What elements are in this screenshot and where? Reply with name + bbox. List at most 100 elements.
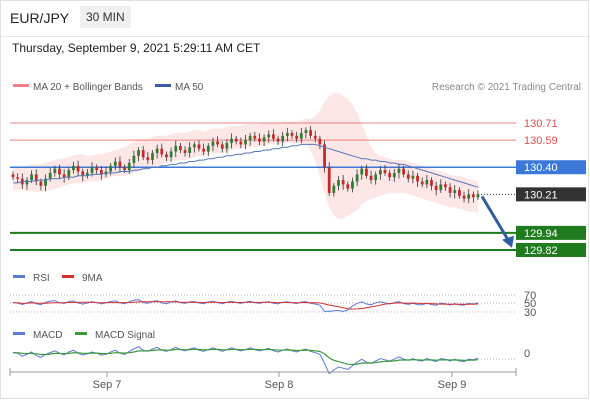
candle-body (165, 154, 168, 158)
candle-body (137, 150, 140, 156)
candle-body (72, 165, 75, 171)
forecast-arrow (480, 195, 514, 248)
candle-body (113, 161, 117, 166)
candle-body (258, 138, 261, 142)
candle-body (458, 190, 461, 196)
candle-body (16, 177, 20, 179)
candle-body (378, 170, 382, 175)
candle-body (295, 135, 299, 139)
candle-body (304, 130, 308, 133)
candle-body (39, 181, 43, 186)
x-tick-label: Sep 9 (438, 379, 467, 391)
candle-body (267, 134, 271, 138)
candle-body (225, 142, 229, 149)
candle-body (155, 148, 159, 153)
candle-body (397, 168, 401, 173)
rsi-line (12, 299, 479, 312)
candle-body (30, 174, 33, 181)
candle-body (406, 174, 410, 179)
candle-body (90, 167, 94, 173)
candle-body (192, 144, 196, 148)
candle-body (299, 132, 303, 139)
candle-body (25, 180, 29, 185)
candle-body (127, 162, 131, 171)
candle-body (244, 140, 247, 145)
candle-body (179, 145, 182, 151)
candle-body (402, 168, 405, 175)
resistance-label: 130.71 (524, 118, 558, 130)
bb-legend-swatch (13, 84, 29, 87)
resistance-label: 130.59 (524, 135, 558, 147)
candle-body (467, 194, 471, 199)
x-tick-label: Sep 8 (265, 379, 294, 391)
rsi-legend-label: RSI (33, 273, 50, 284)
candle-body (197, 144, 201, 149)
candle-body (392, 172, 396, 178)
candle-body (453, 190, 457, 193)
price-chart: MA 20 + Bollinger Bands MA 50 Research ©… (9, 82, 586, 391)
candle-body (248, 135, 252, 141)
candle-body (416, 175, 419, 182)
candle-body (160, 148, 164, 155)
candle-body (123, 167, 126, 171)
support-label: 129.94 (524, 228, 558, 240)
candle-body (313, 135, 317, 139)
pivot-label: 130.40 (524, 162, 558, 174)
ma9-legend-swatch (62, 275, 74, 278)
candle-body (420, 181, 424, 185)
macd-signal-line (12, 348, 479, 366)
candle-body (374, 174, 378, 181)
candle-body (360, 168, 364, 175)
candle-body (346, 184, 350, 189)
bollinger-bands (13, 93, 478, 219)
candle-body (476, 194, 480, 198)
signal-legend-label: MACD Signal (95, 330, 155, 341)
candle-body (337, 180, 340, 186)
last-price-label: 130.21 (524, 189, 558, 201)
candle-body (95, 167, 99, 171)
macd-legend-label: MACD (33, 330, 62, 341)
candle-body (76, 165, 80, 172)
macd-legend-swatch (13, 332, 25, 335)
candle-body (174, 145, 178, 152)
candle-body (53, 168, 57, 173)
bb-legend-label: MA 20 + Bollinger Bands (33, 82, 143, 93)
candle-body (318, 138, 322, 145)
candle-body (81, 171, 85, 176)
candle-body (425, 180, 429, 185)
candle-body (448, 187, 452, 193)
candle-body (341, 180, 345, 185)
candle-body (169, 151, 173, 158)
candle-body (430, 180, 433, 186)
rsi-panel: 705030 (10, 290, 536, 319)
candle-body (281, 135, 285, 142)
ma9-legend-label: 9MA (82, 273, 103, 284)
candle-body (234, 138, 238, 142)
x-axis: Sep 7 Sep 8 Sep 9 (9, 368, 517, 391)
candle-body (206, 145, 210, 152)
candle-body (109, 165, 113, 172)
candle-body (188, 147, 192, 153)
rsi-legend-swatch (13, 275, 25, 278)
candle-body (151, 152, 154, 161)
candle-body (183, 150, 187, 153)
signal-legend-swatch (75, 332, 87, 335)
candle-body (369, 175, 373, 181)
credit-label: Research © 2021 Trading Central (432, 82, 581, 93)
candle-body (141, 150, 145, 158)
ma50-legend-label: MA 50 (175, 82, 204, 93)
candle-body (332, 185, 336, 193)
candle-body (434, 185, 438, 191)
candle-body (211, 141, 215, 146)
candle-body (290, 132, 294, 136)
x-tick-label: Sep 7 (93, 379, 122, 391)
candle-body (216, 141, 219, 145)
candle-body (351, 181, 354, 189)
candle-body (220, 144, 224, 149)
macd-panel: 0 (12, 346, 530, 375)
candle-body (239, 141, 243, 145)
candle-body (230, 138, 233, 143)
candle-body (118, 161, 122, 168)
bollinger-band-area (13, 93, 478, 219)
candle-body (67, 170, 71, 178)
